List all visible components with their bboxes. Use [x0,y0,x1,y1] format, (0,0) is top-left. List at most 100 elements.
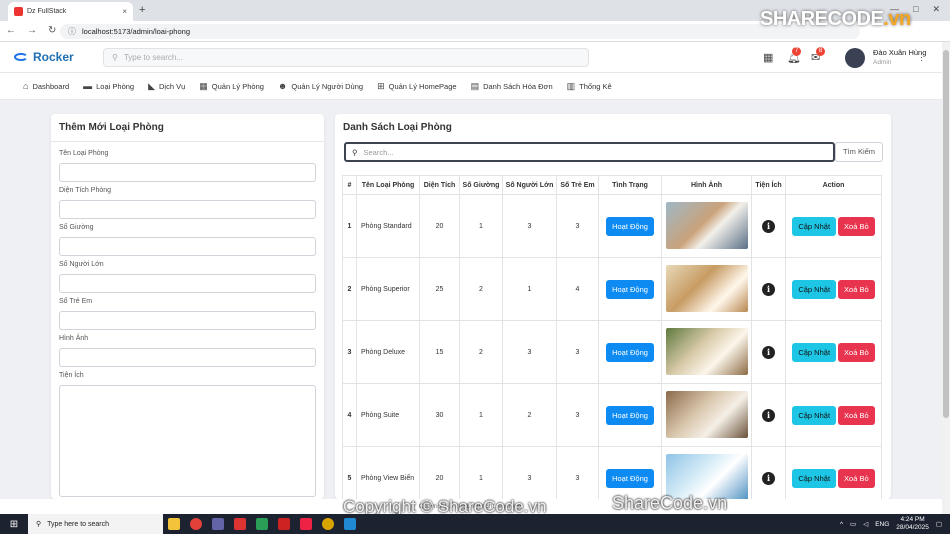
url-field[interactable]: ⓘ localhost:5173/admin/loai-phong [60,24,860,39]
child-count: 3 [556,320,599,384]
sitemap-icon: ⊞ [377,80,385,91]
status-cell: Hoạt Động [598,194,662,258]
form-input[interactable] [59,311,316,330]
info-icon[interactable]: i [762,282,775,296]
clock-date: 28/04/2025 [896,524,929,531]
form-input[interactable] [59,237,316,256]
nav-item[interactable]: ⊞ Quản Lý HomePage [377,81,457,92]
header-search-input[interactable]: ⚲ Type to search... [103,48,589,67]
tab-close-icon[interactable]: × [122,7,127,16]
nav-item[interactable]: ⌂ Dashboard [23,81,69,91]
browser-tab[interactable]: Dz FullStack × [8,2,133,21]
status-badge[interactable]: Hoạt Động [606,405,654,425]
info-icon[interactable]: i [762,345,775,359]
nav-item[interactable]: ▤ Danh Sách Hóa Đơn [471,81,553,92]
nav-item-label: Dashboard [32,81,70,91]
form-input[interactable] [59,163,316,182]
teams-icon[interactable] [207,514,229,534]
info-icon[interactable]: i [762,219,775,233]
room-thumbnail [665,264,748,312]
update-button[interactable]: Cập Nhật [792,216,837,236]
list-search-input[interactable]: ⚲ Search... [344,142,835,162]
update-button[interactable]: Cập Nhật [792,405,837,425]
form-input[interactable] [59,274,316,293]
delete-button[interactable]: Xoá Bỏ [838,405,875,425]
update-button[interactable]: Cập Nhật [792,342,837,362]
form-input[interactable] [59,200,316,219]
back-icon[interactable]: ← [6,25,16,36]
info-icon[interactable]: i [762,408,775,422]
notification-center-icon[interactable]: ▢ [936,520,942,528]
app-logo[interactable]: Rocker [14,50,74,64]
system-tray: ^ ▭ ◁ ENG 4:24 PM 28/04/2025 ▢ [840,516,942,532]
site-info-icon[interactable]: ⓘ [68,26,76,37]
field-label: Tên Loại Phòng [59,150,109,157]
nav-item-label: Loại Phòng [96,81,135,91]
status-cell: Hoạt Động [598,320,662,384]
status-badge[interactable]: Hoạt Động [606,342,654,362]
app-icon[interactable] [317,514,339,534]
amenities-textarea[interactable] [59,385,316,497]
room-thumbnail [665,201,748,249]
forward-icon[interactable]: → [27,25,37,36]
table-row: 2 Phòng Superior 25 2 1 4 Hoạt Động i Cập Nhật Xo… [342,257,882,321]
amenities-cell: i [751,446,786,499]
tray-chevron-icon[interactable]: ^ [840,521,843,528]
maximize-icon[interactable]: □ [913,4,918,15]
network-icon[interactable]: ▭ [850,520,856,528]
new-tab-button[interactable]: + [139,4,145,16]
delete-button[interactable]: Xoá Bỏ [838,279,875,299]
nav-item[interactable]: ▬ Loại Phòng [83,81,134,91]
amenities-cell: i [751,383,786,447]
search-button[interactable]: Tìm Kiếm [835,142,883,162]
nav-item[interactable]: ▦ Quản Lý Phòng [199,81,264,92]
logo-text: Rocker [33,50,74,64]
user-role: Admin [873,59,892,66]
clock[interactable]: 4:24 PM 28/04/2025 [896,516,929,532]
column-header: Số Giường [459,175,503,195]
column-header: Tên Loại Phòng [356,175,420,195]
apps-grid-icon[interactable]: ▦ [763,51,773,64]
update-button[interactable]: Cập Nhật [792,468,837,488]
status-badge[interactable]: Hoạt Động [606,468,654,488]
close-window-icon[interactable]: ✕ [932,4,940,15]
main-nav: ⌂ Dashboard ▬ Loại Phòng ◣ Dịch Vụ ▦ Quản Lý Ph… [0,73,942,100]
app-icon[interactable] [295,514,317,534]
delete-button[interactable]: Xoá Bỏ [838,468,875,488]
delete-button[interactable]: Xoá Bỏ [838,216,875,236]
vscode-icon[interactable] [339,514,361,534]
app-icon[interactable] [251,514,273,534]
avatar[interactable] [845,48,865,68]
chrome-icon[interactable] [185,514,207,534]
windows-start-icon[interactable]: ⊞ [0,519,28,530]
info-icon[interactable]: i [762,471,775,485]
more-vertical-icon[interactable]: ⋮ [917,52,926,63]
status-badge[interactable]: Hoạt Động [606,216,654,236]
recorder-icon[interactable] [273,514,295,534]
file-explorer-icon[interactable] [163,514,185,534]
nav-item[interactable]: ▥ Thống Kê [567,81,612,92]
room-area: 15 [419,320,460,384]
language-indicator[interactable]: ENG [875,521,889,528]
delete-button[interactable]: Xoá Bỏ [838,342,875,362]
status-badge[interactable]: Hoạt Động [606,279,654,299]
taskbar-search-input[interactable]: ⚲ Type here to search [28,514,163,534]
room-area: 20 [419,194,460,258]
nav-item[interactable]: ☻ Quản Lý Người Dùng [278,81,363,91]
app-icon[interactable] [229,514,251,534]
update-button[interactable]: Cập Nhật [792,279,837,299]
watermark-logo-suffix: .vn [883,8,911,30]
scrollbar-thumb[interactable] [943,50,949,418]
nav-item[interactable]: ◣ Dịch Vụ [148,81,185,92]
reload-icon[interactable]: ↻ [48,25,56,36]
field-label: Số Giường [59,224,94,231]
search-icon: ⚲ [36,521,42,528]
chart-icon: ▥ [566,80,576,91]
action-cell: Cập Nhật Xoá Bỏ [785,383,882,447]
service-icon: ◣ [148,80,156,91]
form-input[interactable] [59,348,316,367]
room-thumbnail [665,390,748,438]
list-search-placeholder: Search... [363,147,394,157]
volume-icon[interactable]: ◁ [863,520,868,528]
tab-title: Dz FullStack [27,8,67,15]
